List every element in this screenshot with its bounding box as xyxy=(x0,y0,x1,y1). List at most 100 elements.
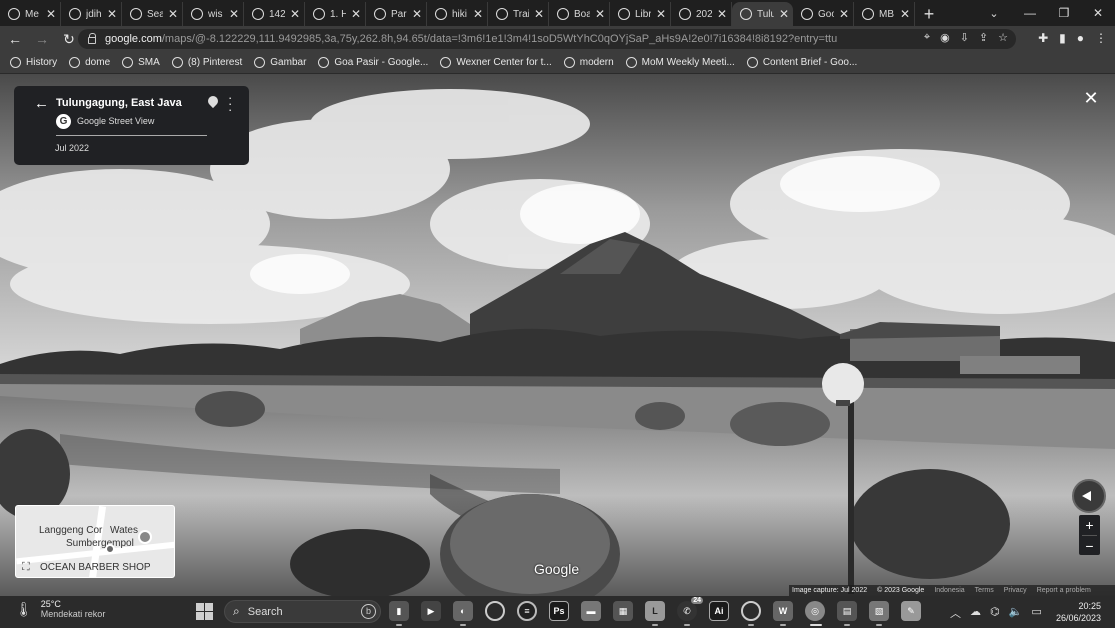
close-tab-icon[interactable]: ✕ xyxy=(900,7,910,21)
capture-date-button[interactable]: Jul 2022 xyxy=(55,143,89,153)
map-pin-icon[interactable] xyxy=(205,93,221,109)
windows-start-icon[interactable] xyxy=(196,603,213,620)
close-tab-icon[interactable]: ✕ xyxy=(168,7,178,21)
browser-tab[interactable]: hiki ✕ xyxy=(427,2,488,26)
word-icon[interactable]: W xyxy=(773,601,793,621)
close-tab-icon[interactable]: ✕ xyxy=(351,7,361,21)
close-tab-icon[interactable]: ✕ xyxy=(717,7,727,21)
illustrator-icon[interactable]: Ai xyxy=(709,601,729,621)
install-icon[interactable]: ⇩ xyxy=(960,31,969,44)
browser-tab[interactable]: Sea ✕ xyxy=(122,2,183,26)
zoom-in-button[interactable]: + xyxy=(1079,515,1100,535)
bookmark-item[interactable]: History xyxy=(10,57,57,68)
browser-tab[interactable]: Par ✕ xyxy=(366,2,427,26)
spotify-icon[interactable]: ≡ xyxy=(517,601,537,621)
lock-icon[interactable] xyxy=(88,32,96,44)
close-tab-icon[interactable]: ✕ xyxy=(473,7,483,21)
weather-widget[interactable]: 🌡 25°C Mendekati rekor xyxy=(15,599,105,619)
side-panel-icon[interactable]: ▮ xyxy=(1059,31,1066,45)
menu-kebab-icon[interactable]: ⋮ xyxy=(1095,31,1107,45)
browser-tab[interactable]: Goo ✕ xyxy=(793,2,854,26)
share-icon[interactable]: ⇪ xyxy=(979,31,988,44)
browser-tab[interactable]: 142 ✕ xyxy=(244,2,305,26)
close-tab-icon[interactable]: ✕ xyxy=(229,7,239,21)
l-app-icon[interactable]: L xyxy=(645,601,665,621)
bookmark-item[interactable]: Goa Pasir - Google... xyxy=(318,57,428,68)
close-tab-icon[interactable]: ✕ xyxy=(839,7,849,21)
minimap[interactable]: Langgeng Cor Wates Sumbergempol OCEAN BA… xyxy=(15,505,175,578)
browser-tab[interactable]: Boa ✕ xyxy=(549,2,610,26)
country-label[interactable]: Indonesia xyxy=(934,587,964,594)
browser-tab[interactable]: wis ✕ xyxy=(183,2,244,26)
network-icon[interactable]: ⌬ xyxy=(990,605,1000,621)
close-tab-icon[interactable]: ✕ xyxy=(412,7,422,21)
bookmark-item[interactable]: Gambar xyxy=(254,57,306,68)
close-street-view-icon[interactable]: ✕ xyxy=(1082,89,1100,107)
expand-map-icon[interactable]: ⛶ xyxy=(22,561,30,574)
back-button[interactable]: ← xyxy=(3,27,27,51)
chrome-profile-icon[interactable]: ◎ xyxy=(805,601,825,621)
bookmark-item[interactable]: SMA xyxy=(122,57,160,68)
close-tab-icon[interactable]: ✕ xyxy=(595,7,605,21)
close-tab-icon[interactable]: ✕ xyxy=(107,7,117,21)
close-tab-icon[interactable]: ✕ xyxy=(46,7,56,21)
report-problem-link[interactable]: Report a problem xyxy=(1037,587,1091,594)
zoom-out-button[interactable]: − xyxy=(1079,536,1100,556)
new-tab-button[interactable]: + xyxy=(915,2,943,26)
whatsapp-icon[interactable]: ✆ 24 xyxy=(677,597,703,621)
edge-icon[interactable] xyxy=(485,601,505,621)
bookmark-star-icon[interactable]: ☆ xyxy=(998,31,1008,44)
bookmark-item[interactable]: Content Brief - Goo... xyxy=(746,57,857,68)
folder-icon[interactable]: ▬ xyxy=(581,601,601,621)
draw-app-icon[interactable]: ✎ xyxy=(901,601,921,621)
bookmark-label: History xyxy=(26,57,58,68)
privacy-link[interactable]: Privacy xyxy=(1004,587,1027,594)
close-tab-icon[interactable]: ✕ xyxy=(779,7,789,21)
chrome-icon[interactable] xyxy=(741,601,761,621)
minimize-button[interactable]: — xyxy=(1013,0,1047,26)
bookmark-item[interactable]: (8) Pinterest xyxy=(171,57,242,68)
location-icon[interactable]: ⌖ xyxy=(924,31,930,44)
volume-icon[interactable]: 🔈 xyxy=(1009,605,1023,621)
restore-button[interactable]: ❐ xyxy=(1047,0,1081,26)
close-tab-icon[interactable]: ✕ xyxy=(656,7,666,21)
browser-tab[interactable]: jdih ✕ xyxy=(61,2,122,26)
terms-link[interactable]: Terms xyxy=(975,587,994,594)
file-explorer-icon[interactable]: ▮ xyxy=(389,601,409,621)
bookmark-item[interactable]: MoM Weekly Meeti... xyxy=(625,57,735,68)
compass-icon[interactable] xyxy=(1072,479,1106,513)
browser-tab[interactable]: MB ✕ xyxy=(854,2,915,26)
bookmark-item[interactable]: modern xyxy=(563,57,614,68)
browser-tab[interactable]: 202 ✕ xyxy=(671,2,732,26)
image-app-icon[interactable]: ▧ xyxy=(869,601,889,621)
sheets-icon[interactable]: ▤ xyxy=(837,601,857,621)
grammarly-icon[interactable]: ◉ xyxy=(940,31,950,44)
battery-icon[interactable]: ▭ xyxy=(1031,605,1041,621)
bookmark-item[interactable]: Wexner Center for t... xyxy=(440,57,552,68)
browser-tab[interactable]: 1. H ✕ xyxy=(305,2,366,26)
clock[interactable]: 20:25 26/06/2023 xyxy=(1056,600,1101,624)
forward-button[interactable]: → xyxy=(30,27,54,51)
cloud-icon[interactable]: ☁ xyxy=(970,605,981,621)
more-options-icon[interactable]: · · · xyxy=(228,91,232,116)
browser-tab[interactable]: Me ✕ xyxy=(0,2,61,26)
close-window-button[interactable]: ✕ xyxy=(1081,0,1115,26)
browser-tab[interactable]: Trai ✕ xyxy=(488,2,549,26)
store-icon[interactable]: ▦ xyxy=(613,601,633,621)
photoshop-icon[interactable]: Ps xyxy=(549,601,569,621)
back-arrow-icon[interactable]: ← xyxy=(34,95,49,112)
extensions-puzzle-icon[interactable]: ✚ xyxy=(1038,31,1048,45)
close-tab-icon[interactable]: ✕ xyxy=(290,7,300,21)
taskbar-search[interactable]: ⌕ Search b xyxy=(224,600,381,623)
profile-avatar-icon[interactable]: ● xyxy=(1077,31,1084,45)
bing-icon[interactable]: b xyxy=(361,604,376,619)
app-icon[interactable]: ◐ xyxy=(453,601,473,621)
bookmark-item[interactable]: dome xyxy=(69,57,110,68)
address-bar[interactable]: google.com/maps/@-8.122229,111.9492985,3… xyxy=(78,29,1016,49)
teams-icon[interactable]: ▶ xyxy=(421,601,441,621)
tab-search-chevron-icon[interactable]: ⌄ xyxy=(977,0,1011,26)
close-tab-icon[interactable]: ✕ xyxy=(534,7,544,21)
browser-tab[interactable]: Libr ✕ xyxy=(610,2,671,26)
browser-tab[interactable]: Tulu ✕ xyxy=(732,2,793,26)
show-hidden-icons-icon[interactable]: ︿ xyxy=(950,605,961,621)
